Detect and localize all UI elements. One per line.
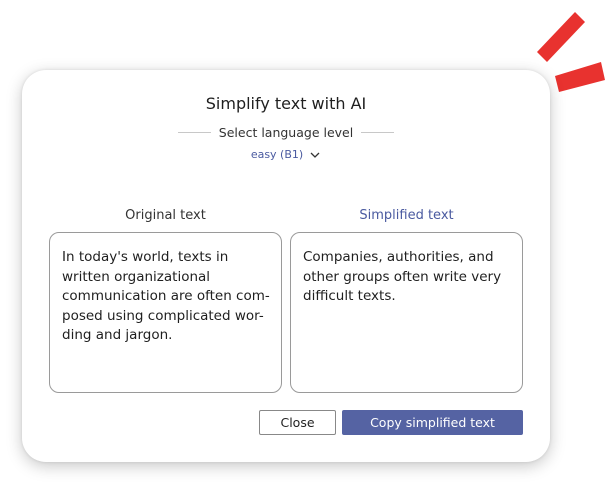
simplified-text-output[interactable]: Companies, authorities, and other groups… [290,232,523,393]
original-text-input[interactable]: In today's world, texts in written organ… [49,232,282,393]
simplify-dialog: Simplify text with AI Select language le… [22,70,550,462]
chevron-down-icon [310,152,320,158]
divider-line-left [178,131,211,133]
original-text-line: communication are often com- [62,288,270,304]
original-text-line: ding and jargon. [62,327,173,343]
simplified-text-heading: Simplified text [359,208,454,223]
language-level-label: Select language level [218,124,354,140]
original-text-line: posed using complicated wor- [62,307,264,324]
original-text-heading: Original text [125,208,206,223]
dialog-title: Simplify text with AI [205,94,367,113]
page: Simplify text with AI Select language le… [0,0,605,484]
language-level-value: easy (B1) [250,148,304,161]
copy-simplified-text-button[interactable]: Copy simplified text [342,410,523,435]
close-button[interactable]: Close [259,410,336,435]
original-text-line: In today's world, texts in [62,249,229,265]
original-text-line: written organizational [62,268,211,285]
language-level-divider: Select language level [178,123,394,141]
language-level-dropdown[interactable]: easy (B1) [22,148,550,161]
simplified-text-line: difficult texts. [303,288,396,304]
simplified-text-line: other groups often write very [303,268,502,285]
simplified-text-line: Companies, authorities, and [303,249,494,265]
divider-line-right [361,131,394,133]
